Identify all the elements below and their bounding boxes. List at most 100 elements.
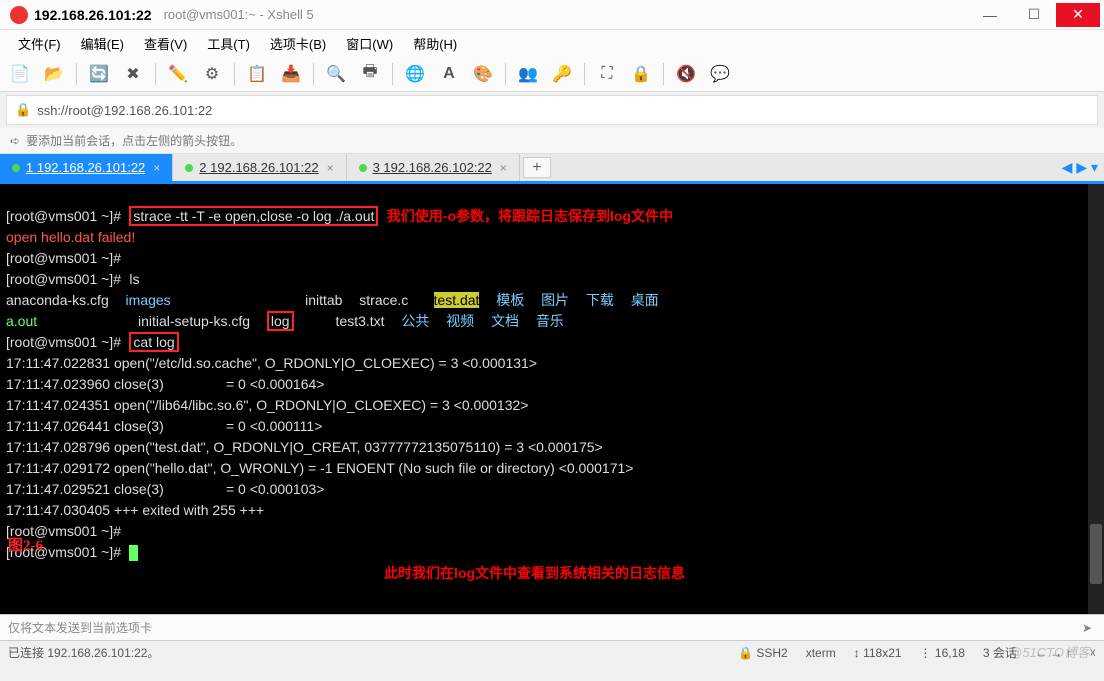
prompt: [root@vms001 ~]# bbox=[6, 250, 121, 266]
ls-dir: 模板 bbox=[496, 292, 524, 308]
menu-view[interactable]: 查看(V) bbox=[136, 32, 195, 55]
send-arrow-icon[interactable]: ➤ bbox=[1082, 621, 1092, 635]
ls-dir: 视频 bbox=[446, 313, 474, 329]
ls-dir: 文档 bbox=[491, 313, 519, 329]
tab-1-label: 1 192.168.26.101:22 bbox=[26, 160, 145, 175]
watermark: @51CTO博客 bbox=[1009, 642, 1090, 661]
ls-file: initial-setup-ks.cfg bbox=[138, 313, 250, 329]
ls-exec: a.out bbox=[6, 313, 37, 329]
menu-tabs[interactable]: 选项卡(B) bbox=[262, 32, 334, 55]
address-url: ssh://root@192.168.26.101:22 bbox=[37, 103, 212, 118]
status-clear-icon[interactable]: ☓ bbox=[1090, 646, 1096, 660]
minimize-button[interactable]: — bbox=[968, 3, 1012, 27]
tab-1[interactable]: 1 192.168.26.101:22 × bbox=[0, 154, 173, 181]
font-icon[interactable]: A bbox=[435, 60, 463, 88]
paste-icon[interactable]: 📥 bbox=[277, 60, 305, 88]
lock-icon[interactable]: 🔒 bbox=[627, 60, 655, 88]
close-button[interactable]: ✕ bbox=[1056, 3, 1100, 27]
bell-icon[interactable]: 🔇 bbox=[672, 60, 700, 88]
open-session-icon[interactable]: 📂 bbox=[40, 60, 68, 88]
key-icon[interactable]: 🔑 bbox=[548, 60, 576, 88]
status-size: 118x21 bbox=[863, 646, 901, 660]
tab-nav[interactable]: ◀ ▶ ▾ bbox=[1056, 154, 1104, 181]
status-cursor-pos: 16,18 bbox=[935, 646, 965, 660]
output-fail: open hello.dat failed! bbox=[6, 229, 135, 245]
terminal-cursor bbox=[129, 545, 138, 561]
status-term: xterm bbox=[806, 646, 836, 660]
new-session-icon[interactable]: 📄 bbox=[6, 60, 34, 88]
highlight-log: log bbox=[267, 311, 294, 331]
ls-file: anaconda-ks.cfg bbox=[6, 292, 109, 308]
ls-file: strace.c bbox=[359, 292, 408, 308]
menu-tools[interactable]: 工具(T) bbox=[199, 32, 258, 55]
window-title-main: 192.168.26.101:22 bbox=[34, 7, 152, 23]
reconnect-icon[interactable]: 🔄 bbox=[85, 60, 113, 88]
menu-file[interactable]: 文件(F) bbox=[10, 32, 69, 55]
terminal-pane[interactable]: [root@vms001 ~]# strace -tt -T -e open,c… bbox=[0, 184, 1104, 614]
ls-file: inittab bbox=[305, 292, 342, 308]
color-icon[interactable]: 🎨 bbox=[469, 60, 497, 88]
status-ssh: SSH2 bbox=[756, 646, 787, 660]
disconnect-icon[interactable]: ✖ bbox=[119, 60, 147, 88]
prompt: [root@vms001 ~]# bbox=[6, 334, 121, 350]
compose-input-strip[interactable]: 仅将文本发送到当前选项卡 ➤ bbox=[0, 614, 1104, 640]
menu-bar: 文件(F) 编辑(E) 查看(V) 工具(T) 选项卡(B) 窗口(W) 帮助(… bbox=[0, 30, 1104, 56]
annotation-strace: 我们使用-o参数，将跟踪日志保存到log文件中 bbox=[387, 208, 673, 224]
figure-label: 图2-6 bbox=[8, 537, 43, 556]
prompt: [root@vms001 ~]# bbox=[6, 208, 121, 224]
hint-strip: ➪ 要添加当前会话，点击左侧的箭头按钮。 bbox=[0, 128, 1104, 154]
ls-dir: 桌面 bbox=[631, 292, 659, 308]
tab-2-label: 2 192.168.26.101:22 bbox=[199, 160, 318, 175]
lock-small-icon: 🔒 bbox=[15, 102, 31, 118]
ls-dir: 公共 bbox=[401, 313, 429, 329]
log-line: 17:11:47.023960 close(3) = 0 <0.000164> bbox=[6, 376, 324, 392]
log-line: 17:11:47.026441 close(3) = 0 <0.000111> bbox=[6, 418, 322, 434]
add-tab-button[interactable]: + bbox=[523, 157, 551, 178]
address-bar[interactable]: 🔒 ssh://root@192.168.26.101:22 bbox=[6, 95, 1098, 125]
ls-highlight: test.dat bbox=[434, 292, 480, 308]
tab-status-dot bbox=[12, 164, 20, 172]
settings-icon[interactable]: ⚙ bbox=[198, 60, 226, 88]
tab-close-icon[interactable]: × bbox=[327, 161, 334, 175]
tab-3-label: 3 192.168.26.102:22 bbox=[373, 160, 492, 175]
ls-dir: 图片 bbox=[541, 292, 569, 308]
status-bar: 已连接 192.168.26.101:22。 🔒 SSH2 xterm ↕ 11… bbox=[0, 640, 1104, 664]
tab-strip: 1 192.168.26.101:22 × 2 192.168.26.101:2… bbox=[0, 154, 1104, 184]
search-icon[interactable]: 🔍 bbox=[322, 60, 350, 88]
fullscreen-icon[interactable]: ⛶ bbox=[593, 60, 621, 88]
globe-icon[interactable]: 🌐 bbox=[401, 60, 429, 88]
menu-edit[interactable]: 编辑(E) bbox=[73, 32, 132, 55]
tab-close-icon[interactable]: × bbox=[500, 161, 507, 175]
compose-placeholder: 仅将文本发送到当前选项卡 bbox=[8, 619, 152, 636]
properties-icon[interactable]: ✏️ bbox=[164, 60, 192, 88]
window-title-sub: root@vms001:~ - Xshell 5 bbox=[164, 7, 314, 22]
hint-text: 要添加当前会话，点击左侧的箭头按钮。 bbox=[26, 132, 242, 149]
highlight-cat-cmd: cat log bbox=[129, 332, 178, 352]
log-line: 17:11:47.024351 open("/lib64/libc.so.6",… bbox=[6, 397, 528, 413]
arrow-add-icon[interactable]: ➪ bbox=[10, 134, 20, 148]
maximize-button[interactable]: ☐ bbox=[1012, 3, 1056, 27]
print-icon[interactable]: 🖶 bbox=[356, 60, 384, 88]
log-line: 17:11:47.029172 open("hello.dat", O_WRON… bbox=[6, 460, 633, 476]
terminal-scrollbar[interactable] bbox=[1088, 184, 1104, 614]
tab-close-icon[interactable]: × bbox=[153, 161, 160, 175]
log-line: 17:11:47.029521 close(3) = 0 <0.000103> bbox=[6, 481, 324, 497]
menu-window[interactable]: 窗口(W) bbox=[338, 32, 401, 55]
annotation-bottom: 此时我们在log文件中查看到系统相关的日志信息 bbox=[384, 565, 685, 581]
log-line: 17:11:47.022831 open("/etc/ld.so.cache",… bbox=[6, 355, 537, 371]
users-icon[interactable]: 👥 bbox=[514, 60, 542, 88]
highlight-strace-cmd: strace -tt -T -e open,close -o log ./a.o… bbox=[129, 206, 378, 226]
tab-status-dot bbox=[185, 164, 193, 172]
copy-icon[interactable]: 📋 bbox=[243, 60, 271, 88]
log-line: 17:11:47.028796 open("test.dat", O_RDONL… bbox=[6, 439, 603, 455]
menu-help[interactable]: 帮助(H) bbox=[405, 32, 465, 55]
tab-status-dot bbox=[359, 164, 367, 172]
cmd-ls: ls bbox=[129, 271, 139, 287]
tab-2[interactable]: 2 192.168.26.101:22 × bbox=[173, 154, 346, 181]
app-icon bbox=[10, 6, 28, 24]
comment-icon[interactable]: 💬 bbox=[706, 60, 734, 88]
ls-dir: images bbox=[126, 292, 171, 308]
toolbar: 📄 📂 🔄 ✖ ✏️ ⚙ 📋 📥 🔍 🖶 🌐 A 🎨 👥 🔑 ⛶ 🔒 🔇 💬 bbox=[0, 56, 1104, 92]
ls-file: test3.txt bbox=[336, 313, 385, 329]
tab-3[interactable]: 3 192.168.26.102:22 × bbox=[347, 154, 520, 181]
